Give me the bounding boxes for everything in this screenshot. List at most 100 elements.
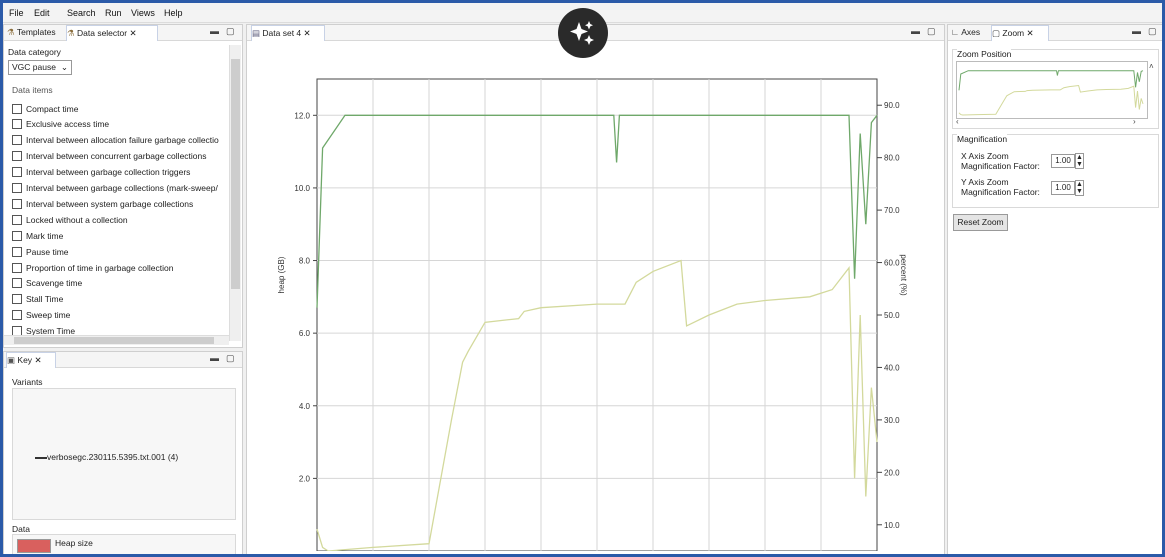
tab-axes[interactable]: ∟ Axes [951,25,989,40]
magnification-group: Magnification X Axis Zoom Magnification … [952,134,1159,208]
scroll-thumb[interactable] [231,59,240,289]
checkbox[interactable] [12,262,22,273]
data-item-label: Exclusive access time [26,119,110,130]
data-item-checkbox-row[interactable]: Stall Time [12,292,63,307]
data-item-label: Interval between garbage collection trig… [26,167,191,178]
x-zoom-label-1: X Axis Zoom [961,151,1009,161]
chart-pane: ▤ Data set 4 ✕ ▬ ▢ 12.0 10.0 8.0 6.0 4.0 2.0 9… [246,24,945,554]
flask-icon: ⚗ [67,28,75,38]
scroll-right-icon[interactable]: › [1133,117,1136,126]
checkbox[interactable] [12,151,22,162]
y-zoom-stepper[interactable]: ▲ ▼ [1075,180,1084,196]
zoom-pane: ∟ Axes ▢ Zoom ✕ ▬ ▢ Zoom Position ‹ › ˄ … [947,24,1162,554]
horizontal-scrollbar[interactable] [4,335,229,345]
close-icon[interactable]: ✕ [304,28,311,38]
data-label: Data [12,524,30,534]
scroll-left-icon[interactable]: ‹ [956,117,959,126]
data-item-checkbox-row[interactable]: Scavenge time [12,276,82,291]
chart-svg[interactable]: 12.0 10.0 8.0 6.0 4.0 2.0 90.0 80.0 70.0 60.0 50.0… [247,41,944,551]
data-item-checkbox-row[interactable]: Interval between garbage collection trig… [12,165,190,180]
scroll-up-icon[interactable]: ˄ [1149,62,1154,71]
y-tick-label-right: 50.0 [884,311,900,320]
close-icon[interactable]: ✕ [1027,28,1034,38]
variants-label: Variants [12,377,43,387]
minimize-icon[interactable]: ▬ [210,26,219,36]
tab-axes-label: Axes [961,27,981,37]
data-item-label: Sweep time [26,310,71,321]
maximize-icon[interactable]: ▢ [927,26,936,37]
maximize-icon[interactable]: ▢ [226,353,235,364]
x-zoom-input[interactable]: 1.00 [1051,154,1075,168]
tab-key[interactable]: ▣ Key ✕ [6,352,56,368]
checkbox[interactable] [12,167,22,178]
maximize-icon[interactable]: ▢ [226,26,235,37]
data-item-checkbox-row[interactable]: Sweep time [12,308,70,323]
scroll-thumb[interactable] [14,337,214,344]
checkbox[interactable] [12,135,22,146]
y-axis-label-left: heap (GB) [277,256,286,293]
y-tick-label-right: 90.0 [884,101,900,110]
menu-help[interactable]: Help [164,8,183,18]
vertical-scrollbar[interactable] [229,45,241,341]
checkbox[interactable] [12,198,22,209]
data-item-checkbox-row[interactable]: Interval between system garbage collecti… [12,196,193,211]
flask-icon: ⚗ [7,27,15,37]
tab-templates[interactable]: ⚗ Templates [7,25,64,40]
data-item-checkbox-row[interactable]: Locked without a collection [12,212,128,227]
tab-data-set[interactable]: ▤ Data set 4 ✕ [251,25,325,41]
x-zoom-stepper[interactable]: ▲ ▼ [1075,153,1084,169]
checkbox[interactable] [12,183,22,193]
menu-edit[interactable]: Edit [34,8,50,18]
data-item-checkbox-row[interactable]: Interval between concurrent garbage coll… [12,149,207,164]
checkbox[interactable] [12,294,22,305]
checkbox[interactable] [12,119,22,130]
menu-run[interactable]: Run [105,8,122,18]
data-item-checkbox-row[interactable]: Interval between garbage collections (ma… [12,181,218,196]
data-item-checkbox-row[interactable]: Interval between allocation failure garb… [12,133,219,148]
data-box: Heap size [12,534,236,554]
data-items-label: Data items [12,85,53,95]
data-item-label: Compact time [26,103,79,114]
variants-box: verbosegc.230115.5395.txt.001 (4) [12,388,236,520]
maximize-icon[interactable]: ▢ [1148,26,1157,37]
y-tick-label-left: 4.0 [299,402,311,411]
assistant-button[interactable] [558,8,608,58]
data-item-checkbox-row[interactable]: Compact time [12,101,78,116]
reset-zoom-button[interactable]: Reset Zoom [953,214,1008,231]
y-zoom-input[interactable]: 1.00 [1051,181,1075,195]
tab-data-selector-label: Data selector [77,28,128,38]
zoom-preview[interactable] [956,61,1148,119]
tab-data-selector[interactable]: ⚗ Data selector ✕ [66,25,158,41]
checkbox[interactable] [12,230,22,241]
y-tick-label-left: 8.0 [299,257,311,266]
data-item-checkbox-row[interactable]: Pause time [12,244,69,259]
data-item-label: Interval between system garbage collecti… [26,198,194,209]
menu-views[interactable]: Views [131,8,155,18]
checkbox[interactable] [12,278,22,289]
x-zoom-value: 1.00 [1055,156,1071,165]
menu-file[interactable]: File [9,8,24,18]
tab-zoom[interactable]: ▢ Zoom ✕ [991,25,1049,41]
left-tabstrip: ⚗ Templates ⚗ Data selector ✕ ▬ ▢ [4,25,242,41]
close-icon[interactable]: ✕ [34,355,41,365]
checkbox[interactable] [12,246,22,257]
checkbox[interactable] [12,214,22,225]
minimize-icon[interactable]: ▬ [1132,26,1141,36]
data-item-checkbox-row[interactable]: Mark time [12,228,63,243]
data-item-label: Scavenge time [26,278,83,289]
tab-key-label: Key [17,355,33,365]
data-item-checkbox-row[interactable]: Proportion of time in garbage collection [12,260,173,275]
variant-entry: verbosegc.230115.5395.txt.001 (4) [47,452,179,462]
close-icon[interactable]: ✕ [129,28,136,38]
menu-search[interactable]: Search [67,8,96,18]
zoom-position-group: Zoom Position ‹ › ˄ [952,49,1159,129]
x-zoom-label-2: Magnification Factor: [961,161,1040,171]
minimize-icon[interactable]: ▬ [911,26,920,36]
data-item-checkbox-row[interactable]: Exclusive access time [12,117,109,132]
checkbox[interactable] [12,103,22,114]
checkbox[interactable] [12,310,22,321]
data-category-select[interactable]: VGC pause ⌄ [8,60,72,75]
data-item-label: Proportion of time in garbage collection [26,262,174,273]
minimize-icon[interactable]: ▬ [210,353,219,363]
variant-line-swatch [35,457,47,459]
